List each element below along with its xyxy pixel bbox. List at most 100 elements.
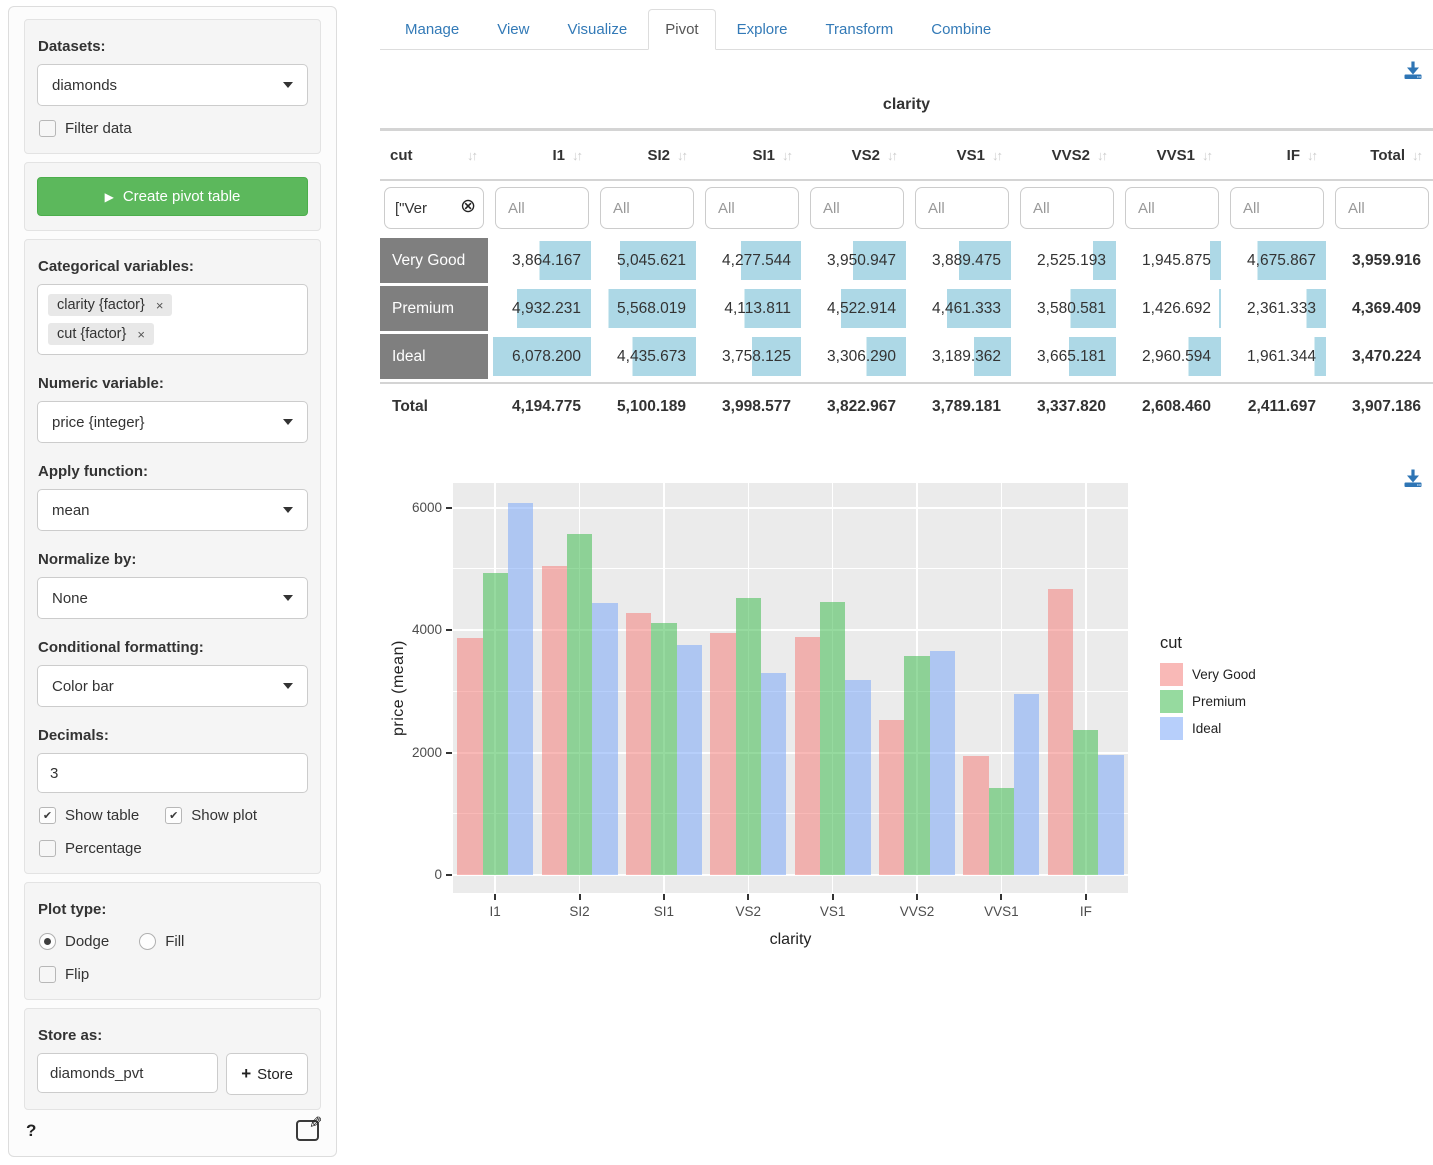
column-filter-input[interactable]	[600, 187, 694, 229]
tab-view[interactable]: View	[480, 9, 546, 50]
filter-cell-cut: ⊗	[380, 183, 488, 235]
create-pivot-button[interactable]: ▶ Create pivot table	[37, 177, 308, 216]
column-header-label: IF	[1287, 147, 1300, 164]
variable-tag: clarity {factor}×	[48, 294, 172, 316]
filter-cell-vvs2	[1016, 183, 1118, 235]
categorical-variables-input[interactable]: clarity {factor}×cut {factor}×	[37, 284, 308, 355]
apply-label: Apply function:	[38, 463, 308, 480]
sort-icon[interactable]: ↓↑	[572, 148, 583, 163]
sort-icon[interactable]: ↓↑	[677, 148, 688, 163]
tab-transform[interactable]: Transform	[808, 9, 910, 50]
dataset-select[interactable]: diamonds	[37, 64, 308, 106]
x-tick-label: VS1	[798, 904, 868, 919]
total-cell: 3,789.181	[911, 384, 1013, 430]
create-well: ▶ Create pivot table	[24, 162, 321, 231]
report-edit-icon[interactable]: ✎	[296, 1120, 319, 1141]
percentage-row: Percentage	[39, 840, 306, 857]
flip-checkbox[interactable]	[39, 966, 56, 983]
sort-icon[interactable]: ↓↑	[467, 148, 478, 163]
tab-combine[interactable]: Combine	[914, 9, 1008, 50]
tab-manage[interactable]: Manage	[388, 9, 476, 50]
conditional-formatting-value: Color bar	[52, 678, 114, 695]
decimals-input[interactable]: 3	[37, 753, 308, 793]
tab-pivot[interactable]: Pivot	[648, 9, 715, 50]
download-plot-icon[interactable]	[1403, 468, 1423, 488]
cell-value: 4,369.409	[1352, 300, 1421, 318]
table-row: Premium4,932.2315,568.0194,113.8114,522.…	[380, 286, 1433, 331]
column-header-label: VS2	[852, 147, 880, 164]
x-axis-tick	[747, 894, 749, 900]
download-table-icon[interactable]	[1403, 60, 1423, 80]
bar-ideal-si1	[677, 645, 702, 875]
sort-icon[interactable]: ↓↑	[782, 148, 793, 163]
sort-icon[interactable]: ↓↑	[1097, 148, 1108, 163]
column-filter-input[interactable]	[1230, 187, 1324, 229]
show-plot-checkbox[interactable]: ✔	[165, 807, 182, 824]
cell-value: 2,525.193	[1037, 252, 1106, 270]
chevron-down-icon	[283, 595, 293, 601]
bar-premium-si2	[567, 534, 592, 875]
apply-function-value: mean	[52, 502, 90, 519]
column-filter-input[interactable]	[1020, 187, 1114, 229]
bar-ideal-if	[1098, 755, 1123, 875]
store-button[interactable]: + Store	[226, 1053, 308, 1095]
conditional-formatting-select[interactable]: Color bar	[37, 665, 308, 707]
remove-tag-icon[interactable]: ×	[156, 298, 164, 313]
sort-icon[interactable]: ↓↑	[887, 148, 898, 163]
clear-filter-icon[interactable]: ⊗	[460, 197, 476, 216]
bar-premium-si1	[651, 623, 676, 875]
sort-icon[interactable]: ↓↑	[1202, 148, 1213, 163]
numeric-select[interactable]: price {integer}	[37, 401, 308, 443]
cell-value: 1,961.344	[1247, 348, 1316, 366]
x-axis-tick	[832, 894, 834, 900]
remove-tag-icon[interactable]: ×	[137, 327, 145, 342]
show-table-checkbox[interactable]: ✔	[39, 807, 56, 824]
y-axis-tick	[446, 752, 452, 754]
column-filter-input[interactable]	[915, 187, 1009, 229]
play-icon: ▶	[105, 190, 114, 204]
column-filter-input[interactable]	[495, 187, 589, 229]
conditional-formatting-label: Conditional formatting:	[38, 639, 308, 656]
sort-icon[interactable]: ↓↑	[1307, 148, 1318, 163]
store-name-input[interactable]: diamonds_pvt	[37, 1053, 218, 1093]
sort-icon[interactable]: ↓↑	[1412, 148, 1423, 163]
table-cell: 3,580.581	[1016, 286, 1118, 331]
column-header-label: SI1	[752, 147, 775, 164]
table-cell: 4,675.867	[1226, 238, 1328, 283]
plus-icon: +	[241, 1064, 251, 1084]
chevron-down-icon	[283, 683, 293, 689]
percentage-label: Percentage	[65, 840, 142, 857]
legend-title: cut	[1160, 634, 1256, 653]
settings-well: Categorical variables: clarity {factor}×…	[24, 239, 321, 874]
dataset-select-value: diamonds	[52, 77, 117, 94]
bar-premium-i1	[483, 573, 508, 875]
legend-swatch	[1160, 690, 1183, 713]
column-filter-input[interactable]	[1125, 187, 1219, 229]
cell-value: 3,998.577	[722, 398, 791, 416]
percentage-checkbox[interactable]	[39, 840, 56, 857]
total-row-header: Total	[380, 384, 488, 430]
cell-value: 3,306.290	[827, 348, 896, 366]
tab-explore[interactable]: Explore	[720, 9, 805, 50]
apply-function-select[interactable]: mean	[37, 489, 308, 531]
column-header-label: VVS1	[1157, 147, 1195, 164]
filter-data-checkbox[interactable]	[39, 120, 56, 137]
cell-value: 2,361.333	[1247, 300, 1316, 318]
normalize-select[interactable]: None	[37, 577, 308, 619]
sort-icon[interactable]: ↓↑	[992, 148, 1003, 163]
categorical-label: Categorical variables:	[38, 258, 308, 275]
column-filter-input[interactable]	[1335, 187, 1429, 229]
tab-visualize[interactable]: Visualize	[550, 9, 644, 50]
cell-value: 2,960.594	[1142, 348, 1211, 366]
column-filter-input[interactable]	[810, 187, 904, 229]
legend-swatch	[1160, 663, 1183, 686]
cell-value: 4,277.544	[722, 252, 791, 270]
flip-row: Flip	[39, 966, 306, 983]
fill-radio[interactable]	[139, 933, 156, 950]
help-link[interactable]: ?	[26, 1121, 36, 1141]
dodge-radio[interactable]	[39, 933, 56, 950]
bar-ideal-si2	[592, 603, 617, 875]
cell-value: 5,100.189	[617, 398, 686, 416]
fill-row: Fill	[139, 933, 184, 950]
column-filter-input[interactable]	[705, 187, 799, 229]
